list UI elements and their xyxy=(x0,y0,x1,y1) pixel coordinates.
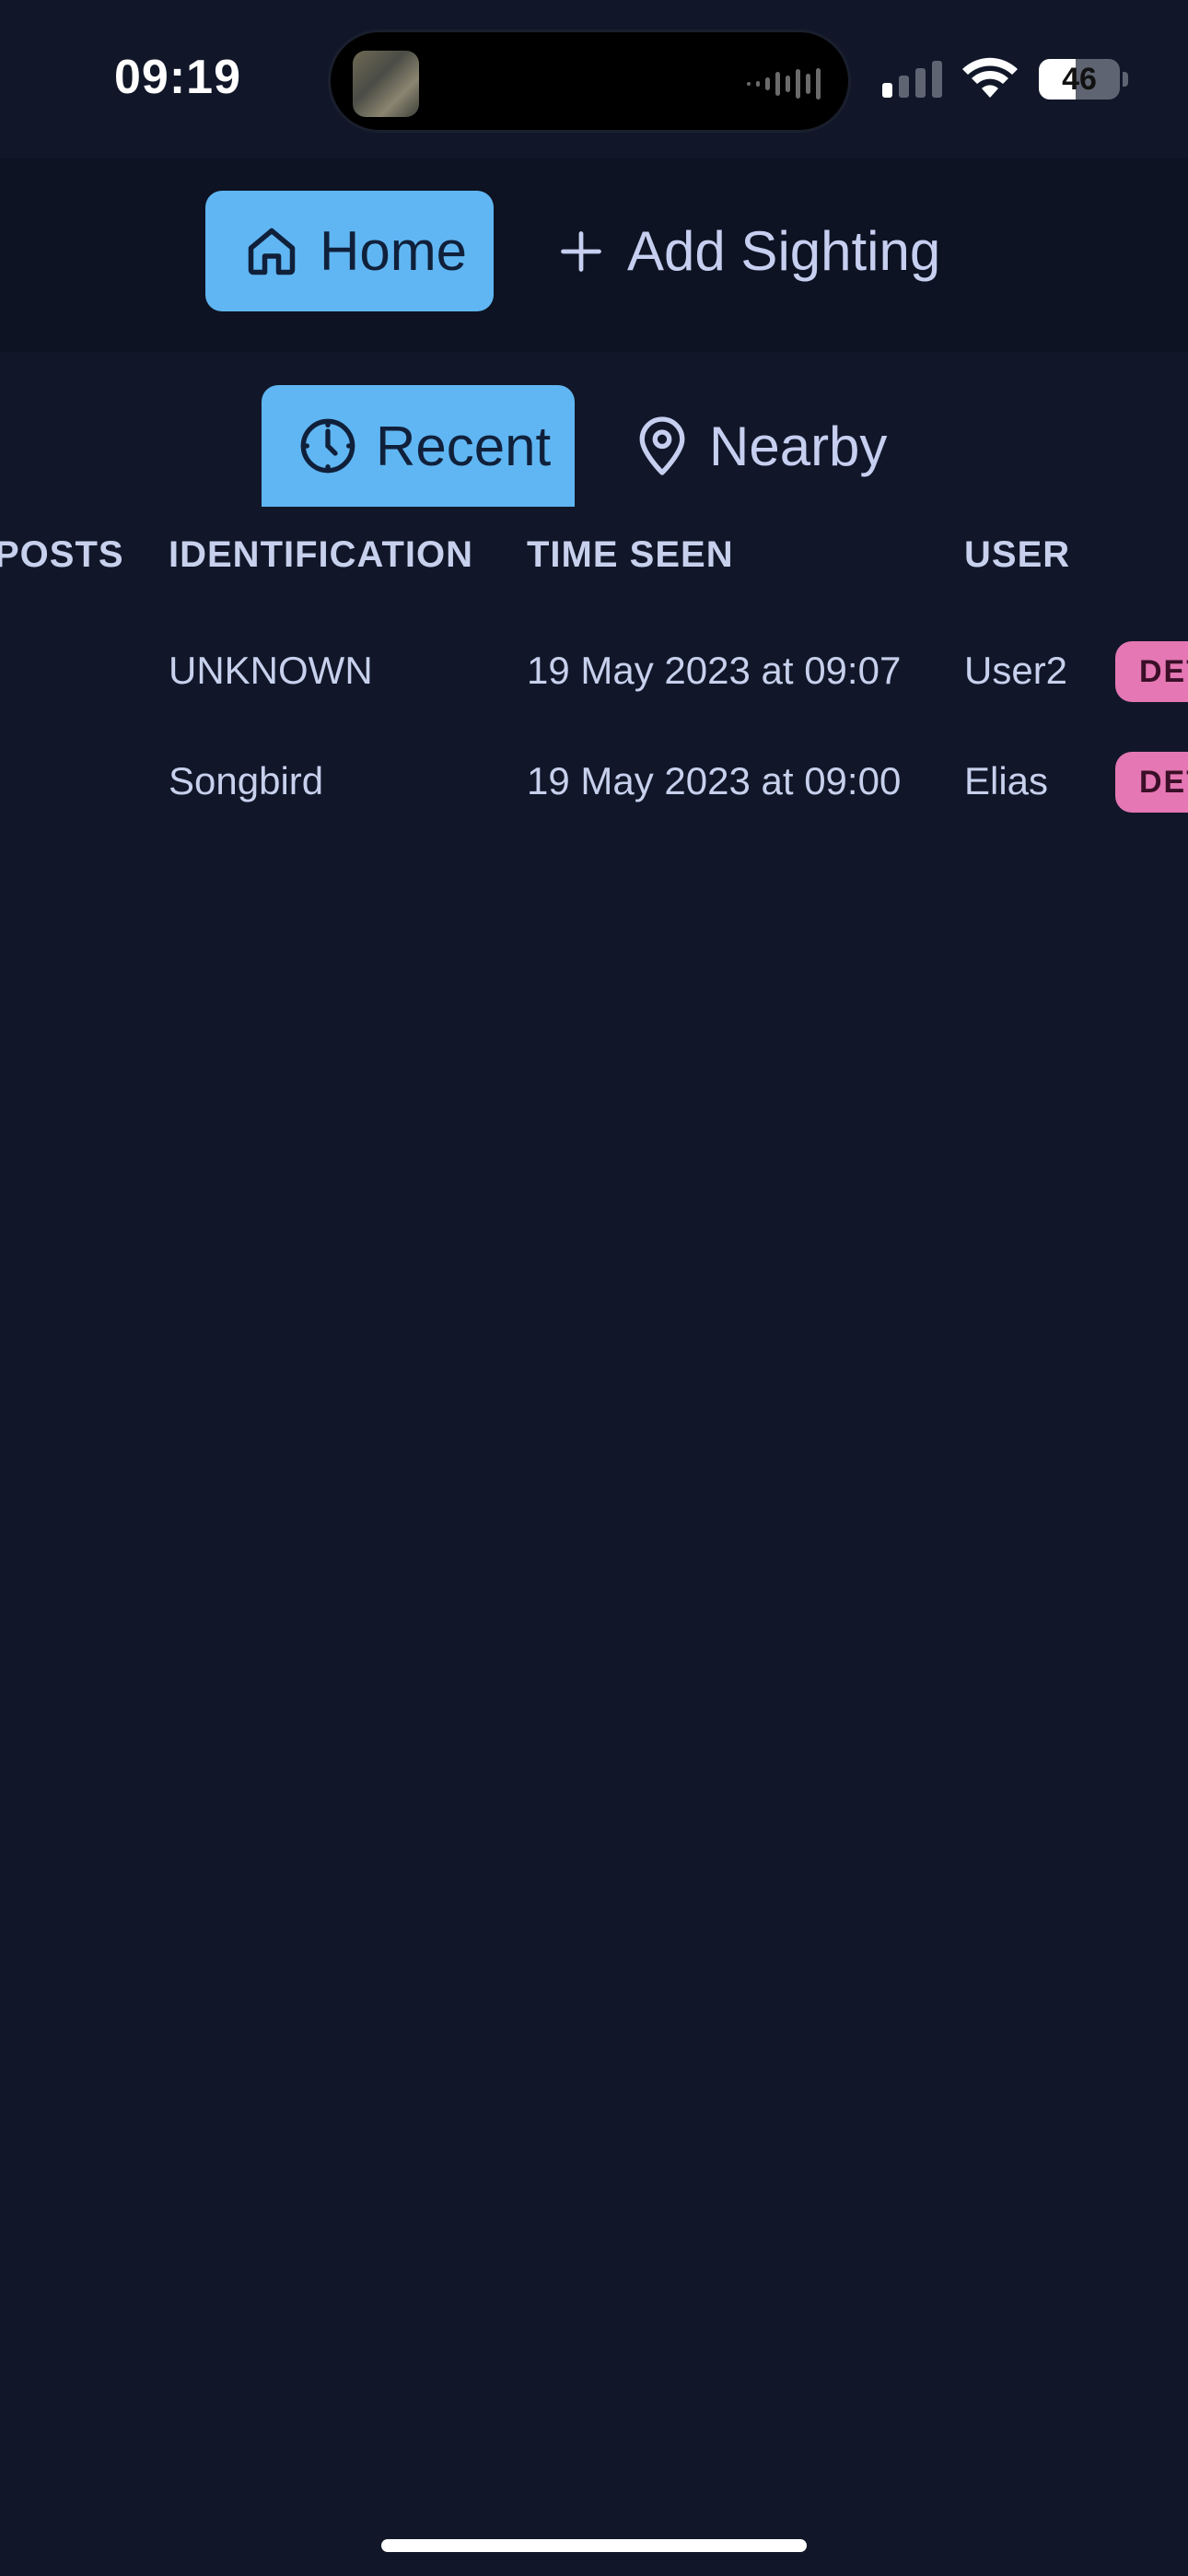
home-icon xyxy=(248,228,296,275)
top-navigation: Home Add Sighting xyxy=(0,158,1188,352)
now-playing-thumbnail xyxy=(353,51,419,117)
column-header-user[interactable]: USER xyxy=(964,534,1070,576)
clock-icon xyxy=(300,418,355,474)
cell-user: User2 xyxy=(964,649,1068,692)
cell-identification: UNKNOWN xyxy=(169,649,373,692)
column-header-time-seen[interactable]: TIME SEEN xyxy=(527,534,734,576)
cellular-signal-icon xyxy=(882,61,942,98)
home-nav-label: Home xyxy=(320,220,468,282)
wifi-icon xyxy=(962,57,1018,98)
battery-level: 46 xyxy=(1062,61,1097,97)
tab-nearby[interactable]: Nearby xyxy=(635,385,887,507)
app-screen: 09:19 46 Home Add Sighting Recent Nearby… xyxy=(0,0,1188,2576)
status-time: 09:19 xyxy=(114,51,241,104)
column-header-posts[interactable]: POSTS xyxy=(0,534,124,576)
home-nav-button[interactable]: Home xyxy=(205,191,494,311)
tab-nearby-label: Nearby xyxy=(709,415,888,477)
dynamic-island[interactable] xyxy=(328,29,851,133)
details-button[interactable]: DET xyxy=(1115,752,1188,813)
add-sighting-nav-button[interactable]: Add Sighting xyxy=(557,191,940,311)
add-sighting-label: Add Sighting xyxy=(627,220,941,282)
home-indicator[interactable] xyxy=(381,2539,807,2552)
battery-cap xyxy=(1123,72,1128,87)
details-button[interactable]: DET xyxy=(1115,641,1188,702)
sightings-tabs: Recent Nearby xyxy=(0,385,1188,507)
table-row: Songbird 19 May 2023 at 09:00 Elias DET xyxy=(0,726,1188,837)
cell-identification: Songbird xyxy=(169,759,324,802)
cell-time-seen: 19 May 2023 at 09:07 xyxy=(527,649,902,692)
tab-recent[interactable]: Recent xyxy=(262,385,575,507)
plus-icon xyxy=(561,230,601,272)
column-header-identification[interactable]: IDENTIFICATION xyxy=(169,534,473,576)
audio-wave-icon xyxy=(747,65,821,102)
battery-icon: 46 xyxy=(1039,59,1120,100)
table-row: UNKNOWN 19 May 2023 at 09:07 User2 DET xyxy=(0,615,1188,726)
tab-recent-label: Recent xyxy=(376,415,552,477)
cell-time-seen: 19 May 2023 at 09:00 xyxy=(527,759,902,802)
map-pin-icon xyxy=(639,416,685,475)
cell-user: Elias xyxy=(964,759,1049,802)
status-bar: 09:19 46 xyxy=(0,0,1188,158)
